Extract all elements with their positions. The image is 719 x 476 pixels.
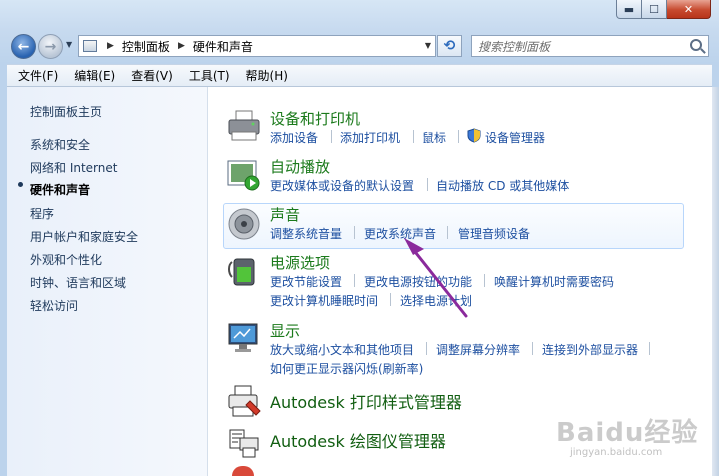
refresh-button[interactable]: ⟲: [437, 35, 462, 57]
task-choose-power-plan[interactable]: 选择电源计划: [400, 292, 472, 309]
sidebar-item-appearance[interactable]: 外观和个性化: [30, 251, 102, 268]
back-button[interactable]: ←: [11, 34, 36, 59]
divider: [413, 130, 414, 143]
category-autodesk-print-title[interactable]: Autodesk 打印样式管理器: [270, 389, 462, 413]
menu-tools[interactable]: 工具(T): [181, 67, 238, 84]
task-text-size[interactable]: 放大或缩小文本和其他项目: [270, 341, 414, 358]
breadcrumb-hardware-sound[interactable]: 硬件和声音: [193, 38, 253, 55]
sidebar-item-user-accounts[interactable]: 用户帐户和家庭安全: [30, 228, 138, 245]
divider: [427, 178, 428, 191]
menu-view[interactable]: 查看(V): [123, 67, 181, 84]
divider: [426, 342, 427, 355]
divider: [354, 274, 355, 287]
category-sound-title[interactable]: 声音: [270, 204, 300, 225]
sidebar-item-network[interactable]: 网络和 Internet: [30, 159, 117, 176]
task-change-power-button[interactable]: 更改电源按钮的功能: [364, 273, 472, 290]
maximize-icon: ☐: [649, 2, 659, 16]
active-bullet-icon: [18, 182, 23, 187]
baidu-watermark: Baidu经验 jingyan.baidu.com: [556, 412, 698, 458]
divider: [354, 226, 355, 239]
task-change-system-sounds[interactable]: 更改系统声音: [364, 225, 436, 242]
sidebar-item-ease-of-access[interactable]: 轻松访问: [30, 297, 78, 314]
monitor-icon: [228, 323, 258, 352]
category-display-title[interactable]: 显示: [270, 320, 300, 341]
sidebar-item-system-security[interactable]: 系统和安全: [30, 136, 90, 153]
watermark-url: jingyan.baidu.com: [570, 447, 663, 458]
task-adjust-volume[interactable]: 调整系统音量: [270, 225, 342, 242]
close-icon: ✕: [683, 2, 694, 16]
arrow-right-icon: →: [44, 38, 57, 55]
search-input[interactable]: 搜索控制面板: [471, 35, 709, 57]
search-icon[interactable]: [690, 39, 702, 51]
task-change-sleep-time[interactable]: 更改计算机睡眠时间: [270, 292, 378, 309]
divider: [447, 226, 448, 239]
task-require-password-wake[interactable]: 唤醒计算机时需要密码: [494, 273, 614, 290]
divider: [649, 342, 650, 355]
task-change-power-saving[interactable]: 更改节能设置: [270, 273, 342, 290]
divider: [390, 293, 391, 306]
history-dropdown[interactable]: ▼: [66, 40, 72, 49]
divider: [331, 130, 332, 143]
sidebar-item-programs[interactable]: 程序: [30, 205, 54, 222]
control-panel-icon: [83, 40, 97, 52]
breadcrumb-chevron-icon: ▶: [107, 41, 114, 51]
task-screen-resolution[interactable]: 调整屏幕分辨率: [436, 341, 520, 358]
category-autoplay-title[interactable]: 自动播放: [270, 156, 330, 177]
task-manage-audio-devices[interactable]: 管理音频设备: [458, 225, 530, 242]
sidebar-item-clock-region[interactable]: 时钟、语言和区域: [30, 274, 126, 291]
divider: [532, 342, 533, 355]
divider: [484, 274, 485, 287]
print-style-manager-icon: [228, 385, 261, 417]
battery-icon: [228, 258, 255, 286]
shield-icon: [467, 128, 481, 143]
sidebar-home[interactable]: 控制面板主页: [30, 103, 102, 120]
divider: [458, 130, 459, 143]
task-add-printer[interactable]: 添加打印机: [340, 129, 400, 146]
breadcrumb-control-panel[interactable]: 控制面板: [122, 38, 170, 55]
menu-file[interactable]: 文件(F): [10, 67, 66, 84]
arrow-left-icon: ←: [17, 38, 30, 55]
maximize-button[interactable]: ☐: [642, 0, 667, 19]
autoplay-icon: [227, 160, 260, 191]
task-change-media-defaults[interactable]: 更改媒体或设备的默认设置: [270, 177, 414, 194]
breadcrumb-chevron-icon: ▶: [177, 41, 185, 51]
sidebar-item-hardware-sound[interactable]: 硬件和声音: [30, 181, 90, 198]
close-button[interactable]: ✕: [667, 0, 711, 19]
menu-bar: 文件(F) 编辑(E) 查看(V) 工具(T) 帮助(H): [7, 64, 712, 87]
category-power-title[interactable]: 电源选项: [270, 252, 330, 273]
window-controls: ▬ ☐ ✕: [616, 0, 711, 19]
chevron-down-icon[interactable]: ▼: [425, 41, 431, 50]
printer-icon: [228, 110, 260, 141]
task-device-manager[interactable]: 设备管理器: [485, 129, 545, 146]
scrollbar[interactable]: [712, 87, 719, 476]
forward-button[interactable]: →: [38, 34, 63, 59]
minimize-icon: ▬: [623, 2, 635, 16]
speaker-icon: [228, 208, 260, 240]
task-autoplay-cd[interactable]: 自动播放 CD 或其他媒体: [436, 177, 569, 194]
task-fix-flicker[interactable]: 如何更正显示器闪烁(刷新率): [270, 360, 423, 377]
watermark-text: Baidu经验: [556, 418, 699, 448]
menu-edit[interactable]: 编辑(E): [66, 67, 123, 84]
minimize-button[interactable]: ▬: [616, 0, 642, 19]
category-devices-title[interactable]: 设备和打印机: [270, 108, 360, 129]
address-bar[interactable]: ▶ 控制面板 ▶ 硬件和声音 ▼: [78, 35, 436, 57]
task-mouse[interactable]: 鼠标: [422, 129, 446, 146]
category-autodesk-plotter-title[interactable]: Autodesk 绘图仪管理器: [270, 428, 446, 452]
task-add-device[interactable]: 添加设备: [270, 129, 318, 146]
plotter-manager-icon: [229, 429, 259, 458]
refresh-icon: ⟲: [443, 38, 456, 54]
task-connect-external-display[interactable]: 连接到外部显示器: [542, 341, 638, 358]
search-placeholder: 搜索控制面板: [478, 39, 551, 54]
chevron-down-icon: ▼: [66, 40, 73, 49]
menu-help[interactable]: 帮助(H): [238, 67, 296, 84]
